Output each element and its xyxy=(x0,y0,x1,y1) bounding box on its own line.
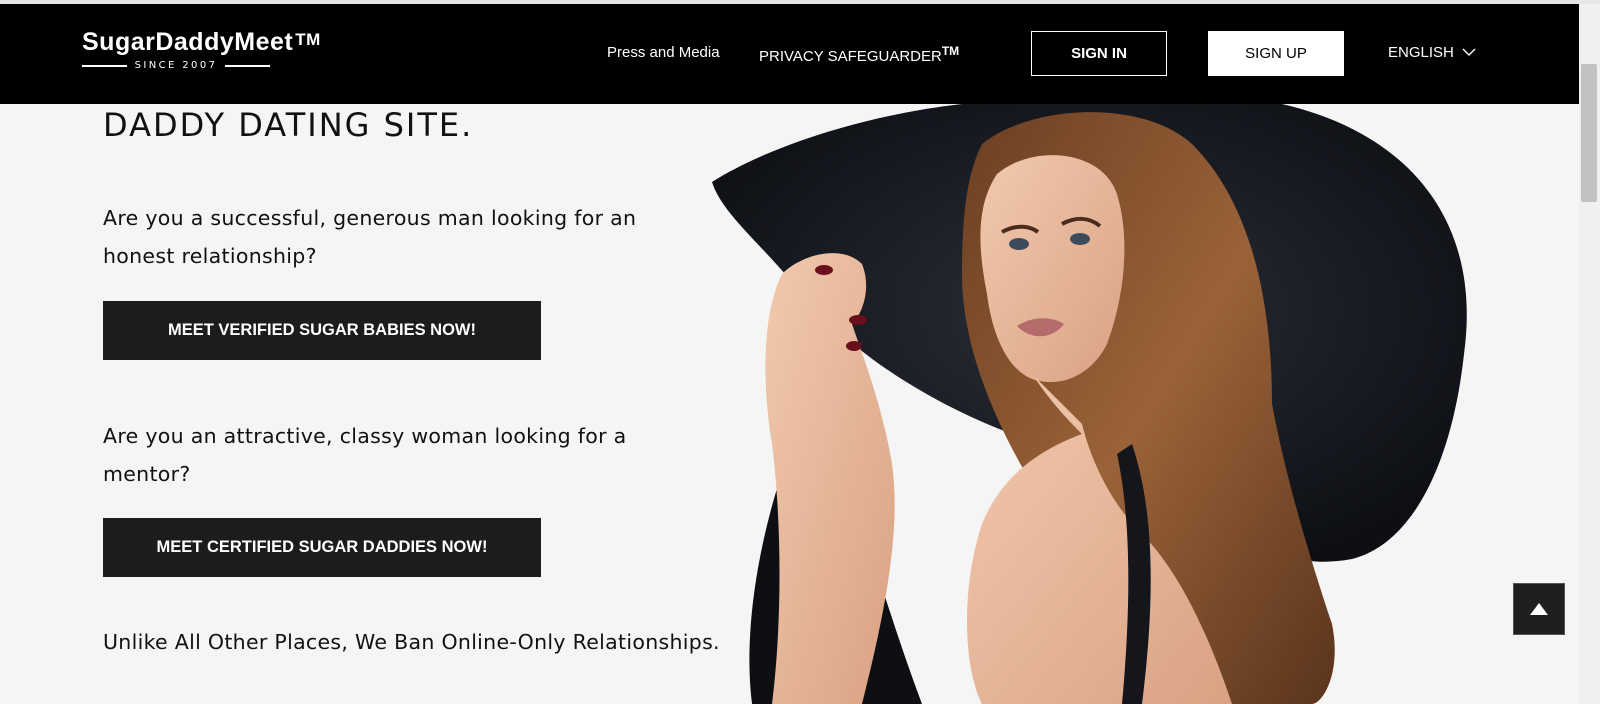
site-logo[interactable]: SugarDaddyMeet TM SINCE 2007 xyxy=(82,28,342,84)
nav-privacy-safeguarder[interactable]: PRIVACY SAFEGUARDERTM xyxy=(759,44,959,65)
question-men: Are you a successful, generous man looki… xyxy=(103,206,637,268)
logo-text: SugarDaddyMeet xyxy=(82,28,294,56)
question-women: Are you an attractive, classy woman look… xyxy=(103,424,627,486)
page-headline: DADDY DATING SITE. xyxy=(103,106,474,144)
language-label: ENGLISH xyxy=(1388,44,1454,61)
sign-in-button[interactable]: SIGN IN xyxy=(1031,31,1167,76)
nav-privacy-tm: TM xyxy=(941,44,960,58)
sign-up-button[interactable]: SIGN UP xyxy=(1208,31,1344,76)
tagline: Unlike All Other Places, We Ban Online-O… xyxy=(103,630,720,654)
logo-since: SINCE 2007 xyxy=(134,60,218,71)
chevron-down-icon xyxy=(1462,48,1476,56)
logo-rule-right xyxy=(225,64,270,67)
logo-trademark: TM xyxy=(295,30,321,49)
meet-sugar-babies-button[interactable]: MEET VERIFIED SUGAR BABIES NOW! xyxy=(103,301,541,360)
meet-sugar-daddies-button[interactable]: MEET CERTIFIED SUGAR DADDIES NOW! xyxy=(103,518,541,577)
nav-press-media[interactable]: Press and Media xyxy=(607,44,720,61)
hero-image xyxy=(712,104,1467,704)
arrow-up-icon xyxy=(1530,603,1548,615)
language-selector[interactable]: ENGLISH xyxy=(1388,44,1476,61)
logo-rule-left xyxy=(82,64,127,67)
nav-privacy-label: PRIVACY SAFEGUARDER xyxy=(759,48,942,65)
site-header: SugarDaddyMeet TM SINCE 2007 Press and Me… xyxy=(0,4,1579,104)
scrollbar-thumb[interactable] xyxy=(1581,64,1597,202)
back-to-top-button[interactable] xyxy=(1513,583,1565,635)
